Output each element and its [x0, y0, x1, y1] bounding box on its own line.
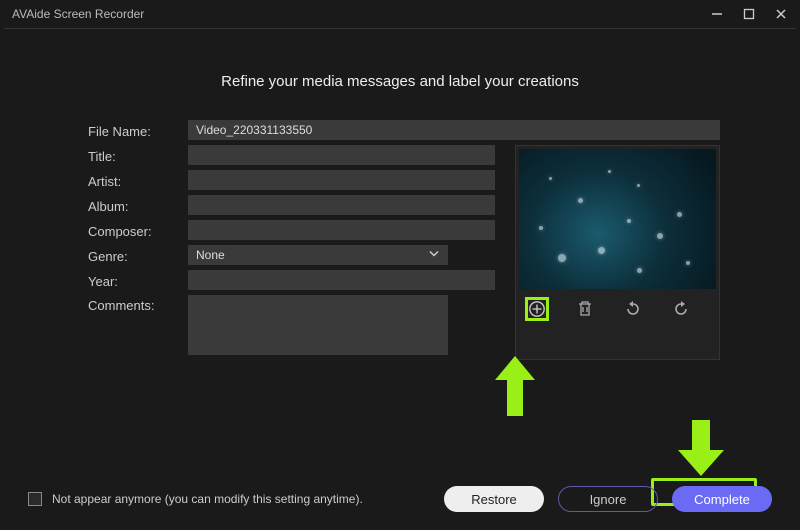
app-title: AVAide Screen Recorder [12, 7, 144, 21]
label-artist: Artist: [88, 171, 188, 189]
window-controls [710, 7, 788, 21]
add-thumbnail-button[interactable] [525, 297, 549, 321]
label-genre: Genre: [88, 246, 188, 264]
label-filename: File Name: [88, 121, 188, 139]
not-appear-label: Not appear anymore (you can modify this … [52, 492, 363, 506]
maximize-icon[interactable] [742, 7, 756, 21]
album-input[interactable] [188, 195, 495, 215]
genre-select[interactable] [188, 245, 448, 265]
complete-button[interactable]: Complete [672, 486, 772, 512]
footer: Not appear anymore (you can modify this … [0, 486, 800, 512]
close-icon[interactable] [774, 7, 788, 21]
ignore-button[interactable]: Ignore [558, 486, 658, 512]
rotate-right-button[interactable] [669, 297, 693, 321]
form-left: File Name: Title: Artist: Album: Compose [88, 120, 720, 360]
label-year: Year: [88, 271, 188, 289]
thumbnail-tools [519, 289, 716, 325]
tutorial-arrow-complete [678, 420, 724, 476]
filename-input[interactable] [188, 120, 720, 140]
label-album: Album: [88, 196, 188, 214]
divider [4, 28, 796, 29]
label-composer: Composer: [88, 221, 188, 239]
restore-button[interactable]: Restore [444, 486, 544, 512]
year-input[interactable] [188, 270, 495, 290]
minimize-icon[interactable] [710, 7, 724, 21]
composer-input[interactable] [188, 220, 495, 240]
thumbnail-preview [519, 149, 716, 289]
page-heading: Refine your media messages and label you… [0, 73, 800, 90]
preview-panel [515, 145, 720, 360]
label-title: Title: [88, 146, 188, 164]
tutorial-arrow-add [495, 356, 535, 416]
delete-thumbnail-button[interactable] [573, 297, 597, 321]
footer-buttons: Restore Ignore Complete [444, 486, 772, 512]
title-input[interactable] [188, 145, 495, 165]
not-appear-checkbox[interactable] [28, 492, 42, 506]
rotate-left-button[interactable] [621, 297, 645, 321]
titlebar: AVAide Screen Recorder [0, 0, 800, 28]
artist-input[interactable] [188, 170, 495, 190]
form-area: File Name: Title: Artist: Album: Compose [0, 120, 800, 360]
genre-value[interactable] [188, 245, 448, 265]
comments-input[interactable] [188, 295, 448, 355]
label-comments: Comments: [88, 295, 188, 313]
